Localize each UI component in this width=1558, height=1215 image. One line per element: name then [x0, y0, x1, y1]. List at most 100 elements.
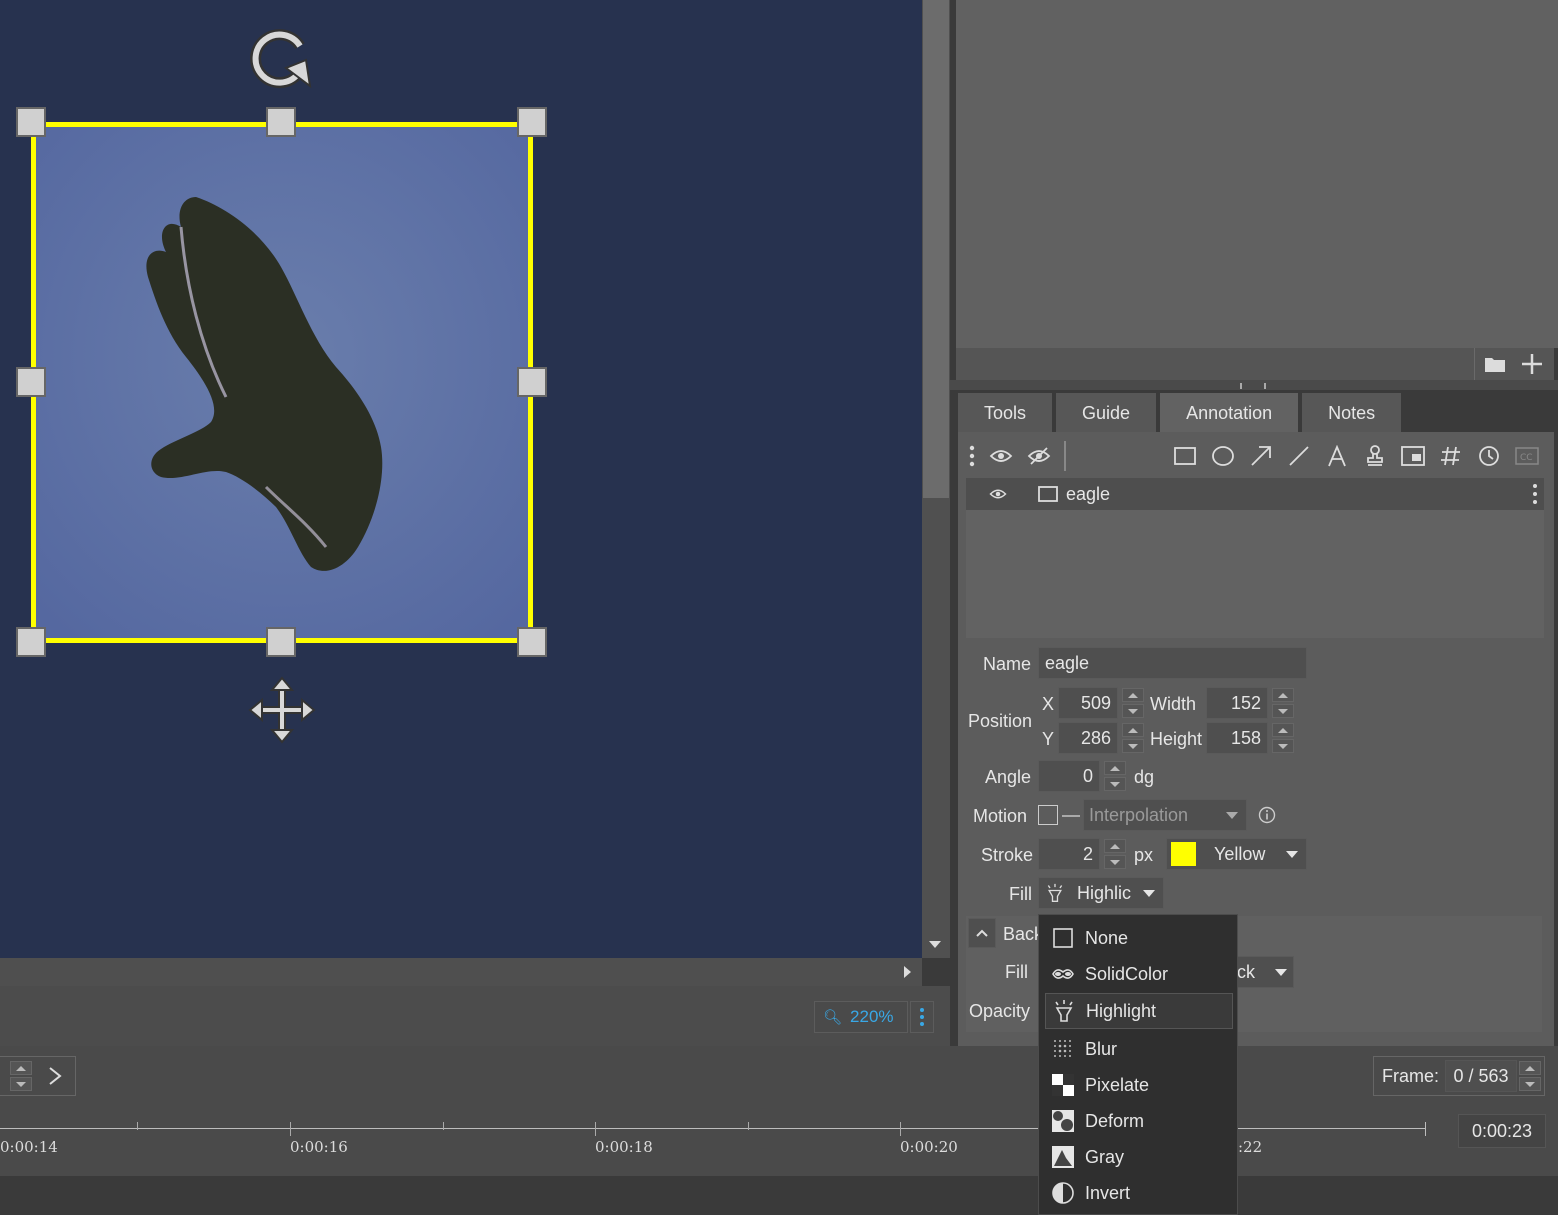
frame-input[interactable]: 0 / 563	[1445, 1060, 1518, 1092]
counter-tool-icon[interactable]	[1432, 437, 1470, 475]
stroke-unit: px	[1134, 845, 1154, 865]
resize-handle-bottom[interactable]	[266, 627, 296, 657]
panel-splitter[interactable]	[950, 380, 1558, 390]
width-input[interactable]: 152	[1206, 687, 1268, 719]
stroke-color-name: Yellow	[1214, 843, 1266, 864]
layer-visibility-icon[interactable]	[966, 488, 1030, 500]
annotation-toolbar: CC	[962, 436, 1546, 476]
stroke-width-input[interactable]: 2	[1038, 838, 1100, 870]
scroll-down-icon[interactable]	[929, 941, 941, 948]
tick-label: :22	[1238, 1138, 1263, 1156]
y-input[interactable]: 286	[1058, 722, 1118, 754]
stroke-spinner[interactable]	[1104, 839, 1126, 869]
panel-tabs: Tools Guide Annotation Notes	[958, 393, 1402, 433]
resize-handle-top[interactable]	[266, 107, 296, 137]
vertical-scrollbar-thumb[interactable]	[923, 0, 949, 498]
background-fill-label: Fill	[1005, 962, 1028, 982]
ellipse-tool-icon[interactable]	[1204, 437, 1242, 475]
more-options-icon[interactable]	[962, 437, 982, 475]
resize-handle-top-right[interactable]	[517, 107, 547, 137]
motion-label: Motion	[973, 806, 1028, 826]
height-spinner[interactable]	[1272, 723, 1294, 753]
gray-icon	[1051, 1145, 1075, 1169]
name-input[interactable]: eagle	[1038, 647, 1307, 679]
width-spinner[interactable]	[1272, 688, 1294, 718]
stamp-tool-icon[interactable]	[1356, 437, 1394, 475]
position-label: Position	[968, 711, 1033, 731]
info-icon[interactable]	[1258, 806, 1276, 824]
next-frame-icon[interactable]	[40, 1064, 70, 1088]
horizontal-scrollbar[interactable]	[0, 958, 922, 986]
app-window: 🔍︎ 220% Tools Guide Annotation Notes CC …	[0, 0, 1558, 1215]
angle-spinner[interactable]	[1104, 761, 1126, 791]
fill-type-menu: None SolidColor Highlight Blur Pixelate …	[1038, 914, 1238, 1215]
move-icon[interactable]	[248, 676, 316, 744]
fill-menu-item-solidcolor[interactable]: SolidColor	[1045, 956, 1233, 992]
name-label: Name	[983, 654, 1032, 674]
y-spinner[interactable]	[1122, 723, 1144, 753]
fill-menu-item-invert[interactable]: Invert	[1045, 1175, 1233, 1211]
y-label: Y	[1042, 729, 1055, 749]
fill-menu-item-pixelate[interactable]: Pixelate	[1045, 1067, 1233, 1103]
fill-menu-item-none[interactable]: None	[1045, 920, 1233, 956]
stroke-color-dropdown[interactable]: Yellow	[1166, 838, 1307, 870]
stroke-label: Stroke	[981, 845, 1034, 865]
tick-label: 0:00:18	[595, 1138, 653, 1156]
tab-guide[interactable]: Guide	[1056, 393, 1157, 433]
x-input[interactable]: 509	[1058, 687, 1118, 719]
solidcolor-icon	[1051, 962, 1075, 986]
fill-menu-item-label: Deform	[1085, 1110, 1145, 1131]
frame-spinner[interactable]	[1519, 1061, 1542, 1091]
fill-menu-item-label: Gray	[1085, 1146, 1125, 1167]
zoom-menu-button[interactable]	[910, 1001, 934, 1033]
folder-icon[interactable]	[1484, 354, 1506, 374]
fill-menu-item-highlight[interactable]: Highlight	[1045, 993, 1233, 1029]
none-icon	[1051, 926, 1075, 950]
picture-in-picture-tool-icon[interactable]	[1394, 437, 1432, 475]
current-time-display: 0:00:23	[1458, 1114, 1546, 1148]
add-icon[interactable]	[1520, 352, 1544, 376]
motion-checkbox[interactable]	[1038, 805, 1058, 825]
layer-menu-icon[interactable]	[1526, 483, 1544, 505]
scroll-right-icon[interactable]	[904, 966, 911, 978]
interpolation-dropdown: Interpolation	[1083, 799, 1247, 831]
fill-menu-item-gray[interactable]: Gray	[1045, 1139, 1233, 1175]
pixelate-icon	[1051, 1073, 1075, 1097]
tab-annotation[interactable]: Annotation	[1160, 393, 1299, 433]
fill-menu-item-deform[interactable]: Deform	[1045, 1103, 1233, 1139]
timeline-panel[interactable]	[0, 1046, 1558, 1176]
step-spinner[interactable]	[10, 1061, 32, 1091]
tab-tools[interactable]: Tools	[958, 393, 1053, 433]
annotation-rectangle[interactable]	[31, 122, 533, 643]
height-input[interactable]: 158	[1206, 722, 1268, 754]
resize-handle-bottom-right[interactable]	[517, 627, 547, 657]
hide-all-icon[interactable]	[1020, 437, 1058, 475]
frame-step-control[interactable]	[0, 1056, 76, 1096]
layer-rectangle-icon	[1030, 486, 1066, 502]
tab-notes[interactable]: Notes	[1302, 393, 1402, 433]
show-all-icon[interactable]	[982, 437, 1020, 475]
resize-handle-right[interactable]	[517, 367, 547, 397]
width-label: Width	[1150, 694, 1197, 714]
video-viewport[interactable]	[0, 0, 922, 958]
fill-label: Fill	[1009, 884, 1032, 904]
text-tool-icon[interactable]	[1318, 437, 1356, 475]
resize-handle-top-left[interactable]	[16, 107, 46, 137]
layer-name: eagle	[1066, 483, 1111, 504]
layer-row[interactable]: eagle	[966, 478, 1544, 510]
zoom-control[interactable]: 🔍︎ 220%	[814, 1001, 908, 1033]
x-spinner[interactable]	[1122, 688, 1144, 718]
resize-handle-bottom-left[interactable]	[16, 627, 46, 657]
rectangle-tool-icon[interactable]	[1166, 437, 1204, 475]
angle-input[interactable]: 0	[1038, 760, 1100, 792]
rotate-icon[interactable]	[248, 24, 316, 92]
fill-menu-item-blur[interactable]: Blur	[1045, 1031, 1233, 1067]
line-tool-icon[interactable]	[1280, 437, 1318, 475]
background-fill-value: ck	[1237, 961, 1255, 982]
timer-tool-icon[interactable]	[1470, 437, 1508, 475]
arrow-tool-icon[interactable]	[1242, 437, 1280, 475]
collapse-section-button[interactable]	[968, 918, 996, 948]
resize-handle-left[interactable]	[16, 367, 46, 397]
media-browser-toolbar	[956, 348, 1554, 380]
fill-dropdown[interactable]: Highlic	[1038, 877, 1164, 909]
